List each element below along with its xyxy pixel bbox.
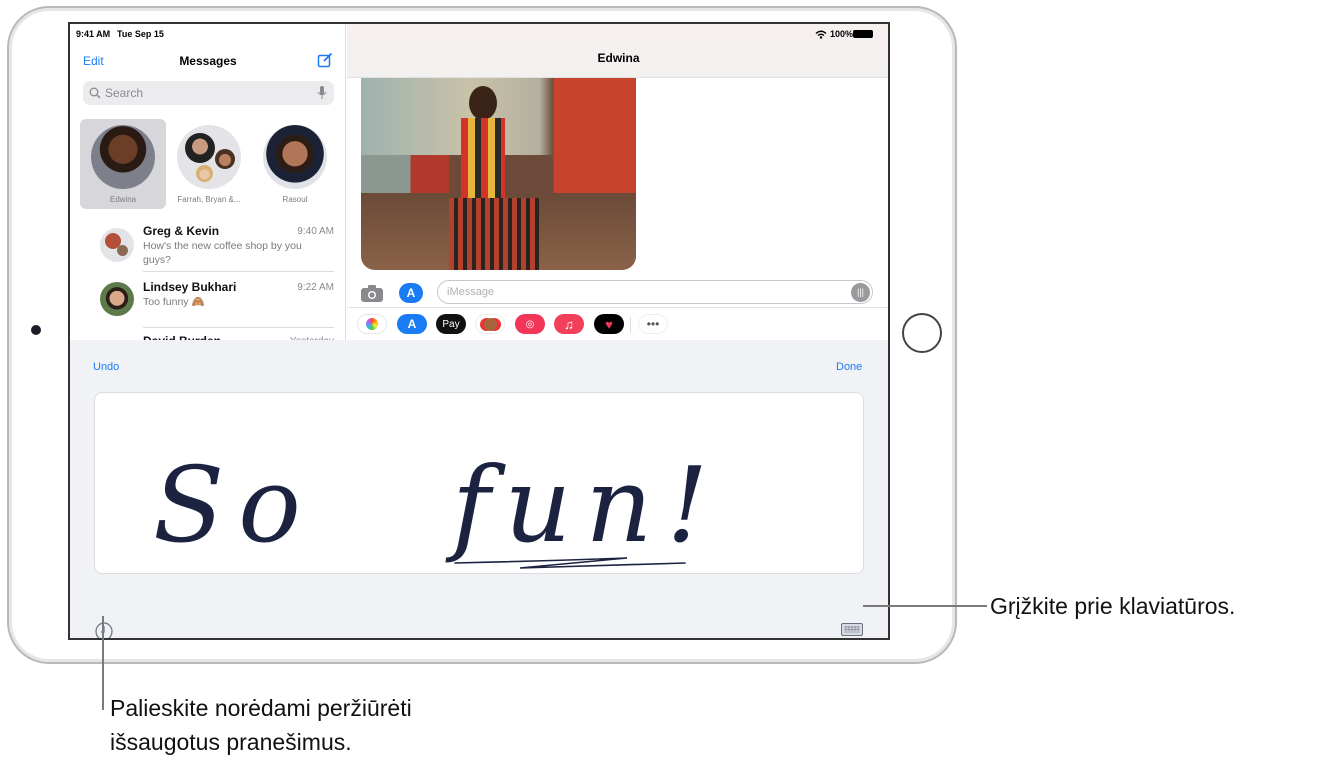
chat-header: Edwina 100%: [347, 24, 888, 78]
handwriting-text: So fun!: [153, 444, 722, 566]
compose-icon[interactable]: [317, 52, 333, 68]
search-input[interactable]: Search: [83, 81, 334, 105]
battery-percent: 100%: [830, 29, 854, 39]
callout-history-line1: Palieskite norėdami peržiūrėti: [110, 695, 412, 721]
search-placeholder: Search: [105, 86, 144, 100]
chat-pane: Edwina 100% A iMessage ||| A Pay ◎ ♫ ♥ •…: [347, 24, 888, 340]
pinned-edwina[interactable]: Edwina: [80, 119, 166, 209]
divider: [347, 307, 888, 308]
avatar: [100, 282, 134, 316]
app-store-toggle-icon[interactable]: A: [399, 283, 423, 303]
message-input[interactable]: iMessage |||: [437, 280, 873, 304]
callout-keyboard: Grįžkite prie klaviatūros.: [990, 593, 1236, 619]
handwriting-ink: So fun!: [153, 444, 722, 569]
handwriting-canvas[interactable]: So fun!: [94, 392, 864, 574]
done-button[interactable]: Done: [836, 361, 862, 373]
undo-button[interactable]: Undo: [93, 361, 119, 373]
callout-history-line2: išsaugotus pranešimus.: [110, 729, 352, 755]
app-drawer: A Pay ◎ ♫ ♥ •••: [347, 310, 888, 338]
pinned-name: Rasoul: [282, 195, 308, 204]
avatar: [177, 125, 241, 189]
divider: [143, 271, 334, 272]
screen: 9:41 AM Tue Sep 15 Edit Messages Search …: [68, 22, 890, 640]
home-button[interactable]: [902, 313, 942, 353]
camera-icon[interactable]: [361, 285, 383, 302]
sidebar-title: Messages: [179, 54, 237, 68]
pinned-rasoul[interactable]: Rasoul: [252, 119, 338, 209]
apple-pay-icon[interactable]: Pay: [436, 314, 466, 334]
pinned-name: Edwina: [109, 195, 137, 204]
microphone-icon[interactable]: [317, 86, 327, 100]
more-icon[interactable]: •••: [638, 314, 668, 334]
callout-line-history: [102, 616, 104, 710]
handwriting-panel: Undo Done So fun!: [70, 340, 888, 640]
photo-message[interactable]: [361, 78, 636, 270]
divider: [630, 317, 631, 333]
conversation-time: 9:40 AM: [297, 226, 334, 237]
conversation-name: Lindsey Bukhari: [143, 280, 237, 294]
avatar: [100, 228, 134, 262]
search-icon: [89, 87, 101, 99]
recent-messages-clock-icon[interactable]: [95, 622, 113, 640]
battery-icon: [853, 30, 873, 38]
conversation-preview: How's the new coffee shop by you guys?: [143, 240, 302, 266]
conversation-name: Greg & Kevin: [143, 224, 220, 238]
avatar: [263, 125, 327, 189]
status-time: 9:41 AM: [76, 29, 111, 39]
sidebar: 9:41 AM Tue Sep 15 Edit Messages Search …: [70, 24, 346, 348]
wifi-icon: [815, 30, 827, 39]
contact-name[interactable]: Edwina: [347, 51, 888, 65]
pinned-name: Farrah, Bryan &...: [177, 195, 241, 204]
audio-message-icon[interactable]: |||: [851, 283, 870, 302]
music-icon[interactable]: ♫: [554, 314, 584, 334]
memoji-icon[interactable]: [475, 314, 505, 334]
message-placeholder: iMessage: [447, 286, 495, 298]
status-date: Tue Sep 15: [117, 29, 164, 39]
pinned-group[interactable]: Farrah, Bryan &...: [166, 119, 252, 209]
keyboard-icon[interactable]: [841, 623, 863, 636]
callout-line-keyboard: [863, 605, 987, 607]
front-camera: [31, 325, 41, 335]
divider: [143, 327, 334, 328]
photos-icon[interactable]: [357, 314, 387, 334]
web-search-icon[interactable]: ◎: [515, 314, 545, 334]
digital-touch-icon[interactable]: ♥: [594, 314, 624, 334]
avatar: [91, 125, 155, 189]
apple-pay-label: Pay: [442, 318, 460, 330]
app-store-icon[interactable]: A: [397, 314, 427, 334]
conversation-time: 9:22 AM: [297, 282, 334, 293]
conversation-preview: Too funny 🙈: [143, 296, 205, 308]
